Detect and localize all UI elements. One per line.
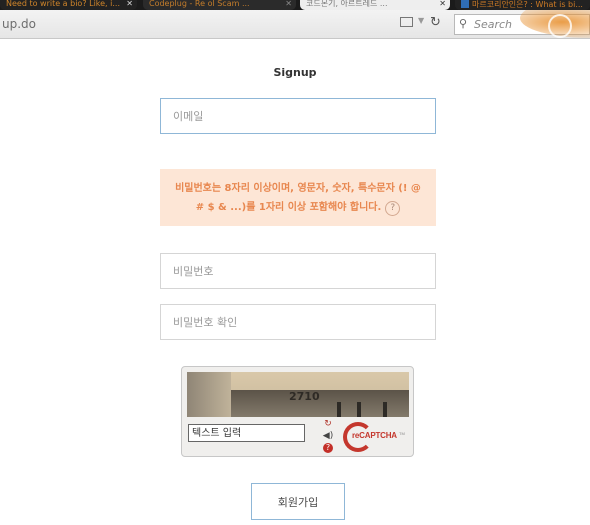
signup-button[interactable]: 회원가입 xyxy=(251,483,345,520)
page-title: Signup xyxy=(273,66,317,79)
password-confirm-field[interactable] xyxy=(160,304,436,340)
captcha-image-window xyxy=(357,402,361,417)
tab-title: Need to write a bio? Like, i... xyxy=(6,0,120,8)
password-field[interactable] xyxy=(160,253,436,289)
captcha-image-wall xyxy=(187,372,231,417)
recaptcha-widget: 2710 ↻ ◀) ? reCAPTCHA TM xyxy=(181,366,414,457)
captcha-image-text: 2710 xyxy=(289,390,320,403)
browser-tab[interactable]: Codeplug - Re ol Scam ... ✕ xyxy=(143,0,296,10)
tab-title: 마르코리안인은? : What is bi... xyxy=(472,0,583,9)
browser-toolbar: up.do ▼ ↻ ⚲ Search xyxy=(0,10,590,39)
tab-title: 코드몬기, 아르트레드 ... xyxy=(306,0,388,8)
email-field[interactable] xyxy=(160,98,436,134)
tab-favicon-icon xyxy=(461,0,469,8)
tab-close-icon[interactable]: ✕ xyxy=(126,0,133,8)
recaptcha-trademark: TM xyxy=(399,431,405,436)
captcha-input[interactable] xyxy=(188,424,305,442)
refresh-icon[interactable]: ↻ xyxy=(322,419,334,430)
reload-icon[interactable]: ↻ xyxy=(430,15,441,30)
browser-tab-strip: Need to write a bio? Like, i... ✕ Codepl… xyxy=(0,0,590,10)
audio-icon[interactable]: ◀) xyxy=(322,431,334,442)
search-placeholder: Search xyxy=(474,18,513,31)
captcha-image-window xyxy=(337,402,341,417)
reader-view-icon[interactable] xyxy=(400,17,413,27)
browser-tab[interactable]: 코드몬기, 아르트레드 ... ✕ xyxy=(300,0,450,10)
tab-close-icon[interactable]: ✕ xyxy=(439,0,446,8)
captcha-image: 2710 xyxy=(187,372,409,417)
help-icon[interactable]: ? xyxy=(323,443,333,453)
browser-tab[interactable]: 마르코리안인은? : What is bi... xyxy=(455,0,590,10)
password-rule-notice: 비밀번호는 8자리 이상이며, 영문자, 숫자, 특수문자 (! @ # $ &… xyxy=(160,169,436,226)
help-icon[interactable]: ? xyxy=(385,201,401,216)
tab-close-icon[interactable]: ✕ xyxy=(285,0,292,8)
browser-tab[interactable]: Need to write a bio? Like, i... ✕ xyxy=(0,0,137,10)
theme-emblem-icon xyxy=(548,14,572,38)
captcha-image-window xyxy=(383,402,387,417)
notice-line-2: # $ & ...)를 1자리 이상 포함해야 합니다. xyxy=(195,202,382,213)
notice-line-1: 비밀번호는 8자리 이상이며, 영문자, 숫자, 특수문자 (! @ xyxy=(175,183,421,194)
address-bar[interactable]: up.do xyxy=(2,17,36,31)
tab-title: Codeplug - Re ol Scam ... xyxy=(149,0,250,8)
dropdown-icon[interactable]: ▼ xyxy=(418,16,424,25)
recaptcha-brand: reCAPTCHA xyxy=(352,431,397,440)
search-icon: ⚲ xyxy=(459,17,468,30)
